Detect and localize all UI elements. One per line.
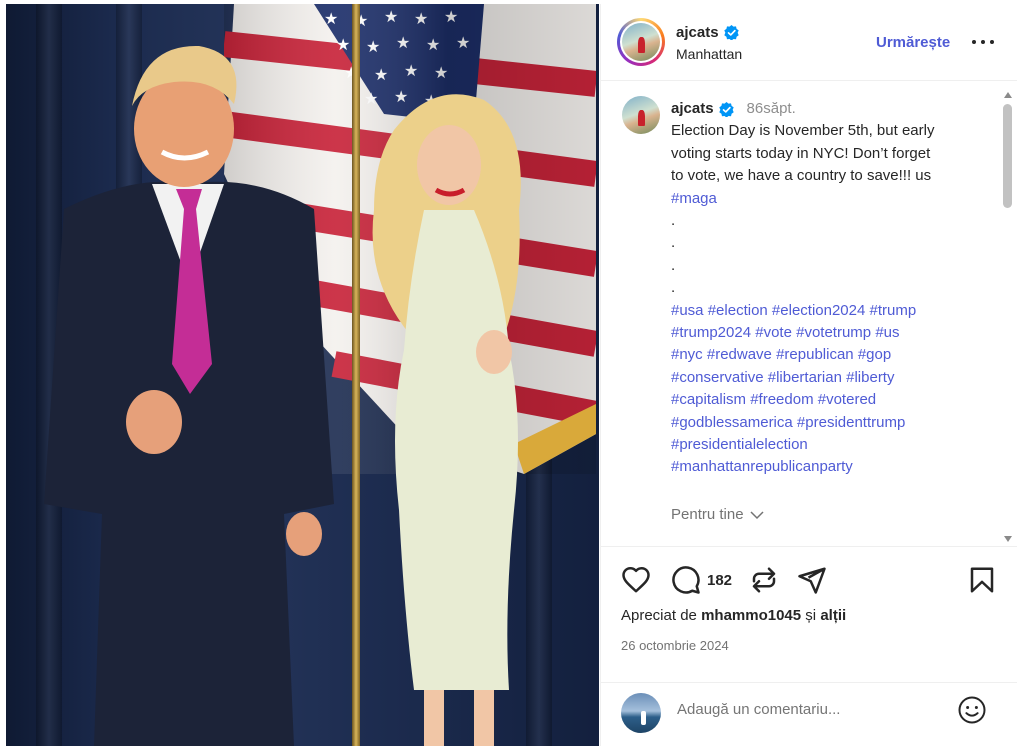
header-username-row: ajcats (676, 24, 739, 41)
for-you-link[interactable]: Pentru tine (671, 506, 764, 523)
emoji-icon[interactable] (957, 695, 987, 725)
hashtag-link[interactable]: #libertarian (768, 369, 842, 386)
likes-others-link[interactable]: alții (820, 607, 846, 624)
avatar (622, 23, 660, 61)
chevron-down-icon (750, 510, 764, 519)
hashtag-line: #trump2024 #vote #votetrump #us (671, 322, 991, 344)
comment-input[interactable] (677, 701, 937, 718)
verified-badge-icon (723, 25, 739, 40)
hashtag-link[interactable]: #manhattanrepublicanparty (671, 458, 853, 475)
hashtag-link[interactable]: #conservative (671, 369, 764, 386)
hashtag-link[interactable]: #election2024 (772, 302, 865, 319)
caption-header: ajcats 86săpt. (671, 98, 991, 120)
follow-button[interactable]: Urmărește (876, 34, 950, 51)
hashtag-line: #manhattanrepublicanparty (671, 456, 991, 478)
for-you-label: Pentru tine (671, 506, 744, 523)
current-user-avatar[interactable] (621, 693, 661, 733)
caption-text: Election Day is November 5th, but early … (671, 120, 991, 478)
caption-scrollbar[interactable] (1001, 90, 1015, 546)
likes-connector: și (805, 607, 817, 624)
hashtag-link[interactable]: #godblessamerica (671, 414, 793, 431)
header-location[interactable]: Manhattan (676, 46, 742, 62)
comment-bar (601, 682, 1017, 746)
caption-username[interactable]: ajcats (671, 98, 714, 120)
hashtag-link[interactable]: #vote (755, 324, 792, 341)
caption-dot: . (671, 256, 676, 274)
story-ring-avatar[interactable] (617, 18, 665, 66)
post-header: ajcats Manhattan Urmărește (601, 4, 1017, 81)
verified-badge-icon (718, 101, 734, 117)
hashtag-link[interactable]: #maga (671, 190, 717, 207)
repost-icon[interactable] (749, 565, 779, 595)
more-options-icon[interactable] (971, 32, 995, 52)
caption-dot: . (671, 234, 676, 252)
hashtag-line: #presidentialelection (671, 434, 991, 456)
heart-icon[interactable] (621, 565, 651, 595)
bookmark-icon[interactable] (967, 565, 997, 595)
hashtag-link[interactable]: #presidenttrump (797, 414, 905, 431)
person-right (372, 94, 521, 746)
hashtag-link[interactable]: #republican (776, 346, 854, 363)
caption-dot: . (671, 212, 676, 230)
hashtag-link[interactable]: #votetrump (796, 324, 871, 341)
likes-prefix: Apreciat de (621, 607, 697, 624)
hashtag-link[interactable]: #nyc (671, 346, 703, 363)
likes-summary: Apreciat de mhammo1045 și alții (621, 607, 846, 624)
caption-line: voting starts today in NYC! Don’t forget (671, 144, 931, 162)
share-icon[interactable] (797, 565, 827, 595)
hashtag-link[interactable]: #presidentialelection (671, 436, 808, 453)
person-left (44, 45, 334, 746)
caption-area[interactable]: ajcats 86săpt. Election Day is November … (601, 82, 1017, 545)
scrollbar-thumb[interactable] (1003, 104, 1012, 208)
header-username[interactable]: ajcats (676, 24, 719, 41)
action-bar: 182 Apreciat de mhammo1045 și alții 26 o… (601, 546, 1017, 682)
caption-line: Election Day is November 5th, but early (671, 122, 935, 140)
hashtag-link[interactable]: #us (875, 324, 899, 341)
caption-body: ajcats 86săpt. Election Day is November … (671, 98, 991, 479)
hashtag-link[interactable]: #usa (671, 302, 704, 319)
hashtag-link[interactable]: #trump2024 (671, 324, 751, 341)
hashtag-line: #capitalism #freedom #votered (671, 389, 991, 411)
hashtag-link[interactable]: #election (708, 302, 768, 319)
scroll-up-arrow-icon[interactable] (1004, 92, 1012, 98)
post-side-panel: ajcats Manhattan Urmărește ajcats 86săpt… (600, 4, 1017, 746)
likes-user-link[interactable]: mhammo1045 (701, 607, 801, 624)
hashtag-line: #usa #election #election2024 #trump (671, 300, 991, 322)
comment-icon[interactable] (671, 565, 701, 595)
hashtag-link[interactable]: #gop (858, 346, 891, 363)
hashtag-link[interactable]: #votered (818, 391, 876, 408)
hashtag-link[interactable]: #redwave (707, 346, 772, 363)
caption-dot: . (671, 279, 676, 297)
post-date[interactable]: 26 octombrie 2024 (621, 638, 729, 653)
hashtag-line: #nyc #redwave #republican #gop (671, 344, 991, 366)
hashtag-link[interactable]: #trump (870, 302, 917, 319)
hashtag-line: #conservative #libertarian #liberty (671, 367, 991, 389)
hashtag-line: #godblessamerica #presidenttrump (671, 412, 991, 434)
caption-timestamp[interactable]: 86săpt. (747, 98, 796, 120)
comment-count: 182 (707, 572, 733, 589)
hashtag-link[interactable]: #capitalism (671, 391, 746, 408)
caption-line: to vote, we have a country to save!!! us (671, 167, 932, 185)
scroll-down-arrow-icon[interactable] (1004, 536, 1012, 542)
caption-avatar[interactable] (622, 96, 660, 134)
hashtag-link[interactable]: #liberty (846, 369, 894, 386)
hashtag-link[interactable]: #freedom (750, 391, 813, 408)
post-photo[interactable]: ★★★★★ ★★★★★ ★★★★ ★★★ (6, 4, 599, 746)
hashtag-list: #usa #election #election2024 #trump #trum… (671, 300, 991, 479)
